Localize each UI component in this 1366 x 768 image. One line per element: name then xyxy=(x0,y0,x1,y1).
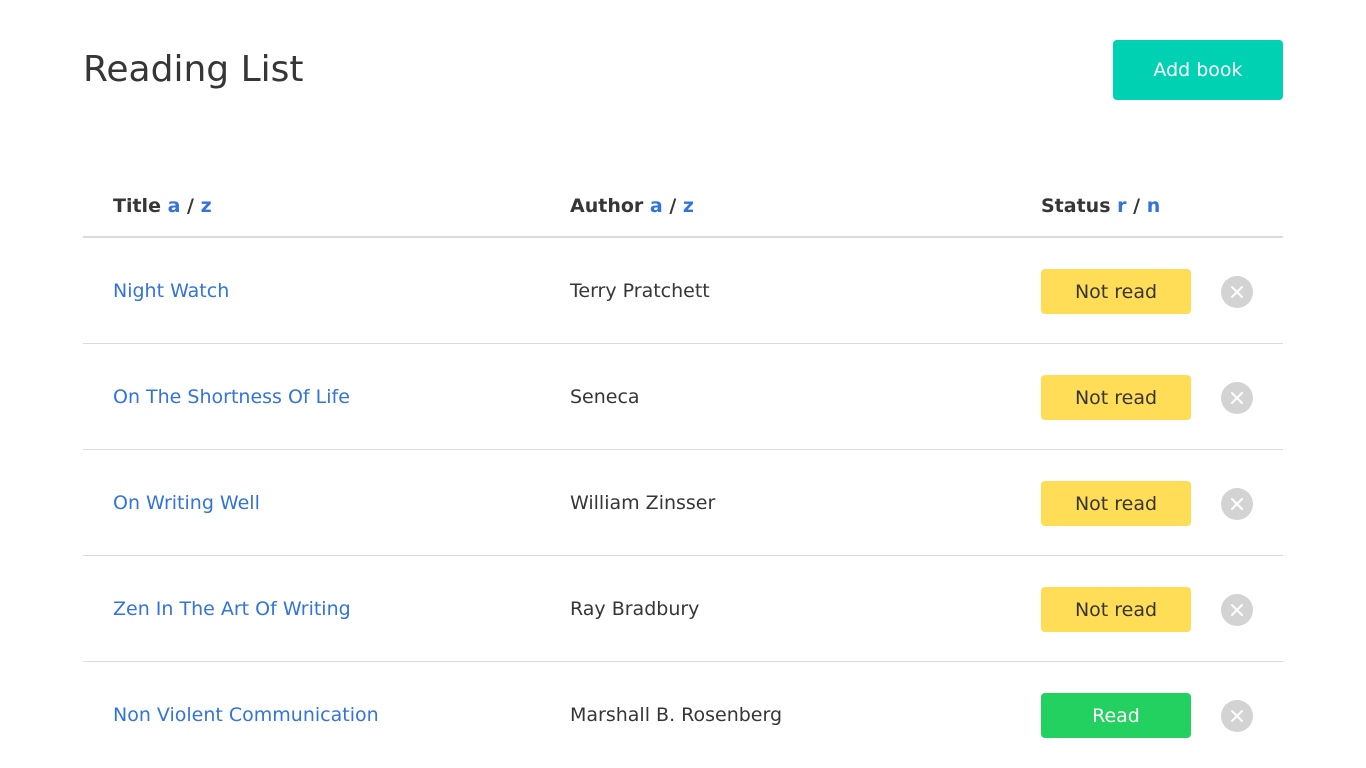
reading-list-page: Reading List Add book Title a / z Author… xyxy=(0,0,1366,768)
table-row: Night Watch Terry Pratchett Not read xyxy=(83,238,1283,344)
book-title-link[interactable]: Non Violent Communication xyxy=(113,702,379,728)
status-toggle-button[interactable]: Read xyxy=(1041,693,1191,738)
status-toggle-button[interactable]: Not read xyxy=(1041,269,1191,314)
table-header: Title a / z Author a / z Status r / n xyxy=(83,174,1283,238)
page-title: Reading List xyxy=(83,49,304,90)
status-sort-not-read-link[interactable]: n xyxy=(1147,195,1161,217)
title-column-label: Title xyxy=(113,195,161,217)
status-toggle-button[interactable]: Not read xyxy=(1041,481,1191,526)
book-author: Terry Pratchett xyxy=(570,280,710,302)
status-toggle-button[interactable]: Not read xyxy=(1041,375,1191,420)
author-sort-separator: / xyxy=(669,195,677,217)
close-icon xyxy=(1231,286,1243,298)
author-column-header: Author a / z xyxy=(570,193,694,219)
book-author: Ray Bradbury xyxy=(570,598,700,620)
table-row: Non Violent Communication Marshall B. Ro… xyxy=(83,662,1283,768)
close-icon xyxy=(1231,392,1243,404)
book-title-link[interactable]: On Writing Well xyxy=(113,490,260,516)
books-table: Title a / z Author a / z Status r / n Ni… xyxy=(83,174,1283,768)
author-sort-desc-link[interactable]: z xyxy=(683,195,694,217)
delete-book-button[interactable] xyxy=(1221,488,1253,520)
title-column-header: Title a / z xyxy=(113,193,212,219)
status-column-label: Status xyxy=(1041,195,1111,217)
add-book-button[interactable]: Add book xyxy=(1113,40,1283,100)
status-sort-read-link[interactable]: r xyxy=(1117,195,1126,217)
table-row: On The Shortness Of Life Seneca Not read xyxy=(83,344,1283,450)
table-row: On Writing Well William Zinsser Not read xyxy=(83,450,1283,556)
book-title-link[interactable]: Night Watch xyxy=(113,278,229,304)
page-header: Reading List Add book xyxy=(83,40,1283,100)
delete-book-button[interactable] xyxy=(1221,382,1253,414)
book-title-link[interactable]: Zen In The Art Of Writing xyxy=(113,596,351,622)
status-sort-separator: / xyxy=(1133,195,1141,217)
close-icon xyxy=(1231,604,1243,616)
book-author: Seneca xyxy=(570,386,640,408)
close-icon xyxy=(1231,498,1243,510)
author-sort-asc-link[interactable]: a xyxy=(650,195,663,217)
status-column-header: Status r / n xyxy=(1041,193,1160,219)
close-icon xyxy=(1231,710,1243,722)
book-title-link[interactable]: On The Shortness Of Life xyxy=(113,384,350,410)
book-author: Marshall B. Rosenberg xyxy=(570,704,783,726)
author-column-label: Author xyxy=(570,195,644,217)
table-row: Zen In The Art Of Writing Ray Bradbury N… xyxy=(83,556,1283,662)
book-author: William Zinsser xyxy=(570,492,716,514)
delete-book-button[interactable] xyxy=(1221,594,1253,626)
title-sort-desc-link[interactable]: z xyxy=(201,195,212,217)
title-sort-separator: / xyxy=(187,195,194,217)
title-sort-asc-link[interactable]: a xyxy=(168,195,181,217)
delete-book-button[interactable] xyxy=(1221,700,1253,732)
delete-book-button[interactable] xyxy=(1221,276,1253,308)
status-toggle-button[interactable]: Not read xyxy=(1041,587,1191,632)
